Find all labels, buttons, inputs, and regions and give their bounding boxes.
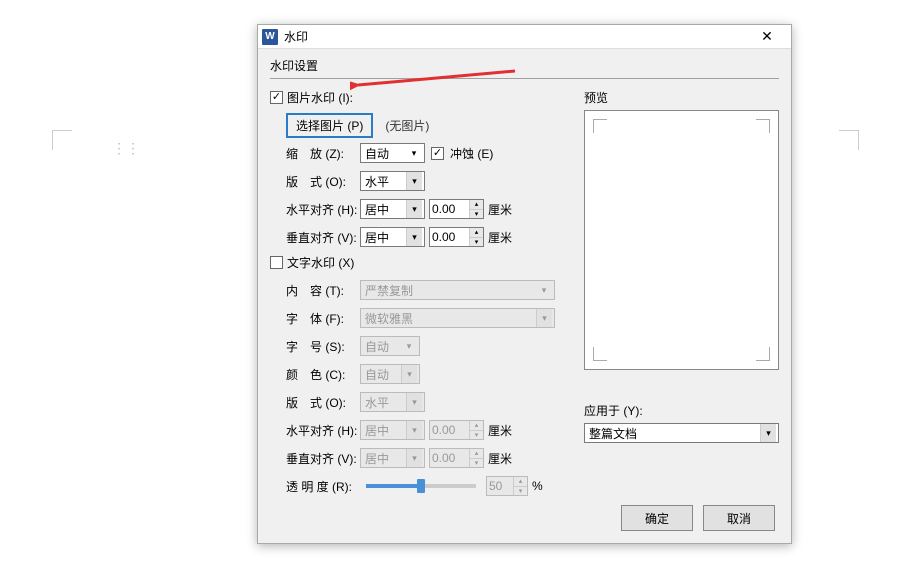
size-label: 字 号 (S): [270, 338, 360, 355]
text-halign-combo: 居中▾ [360, 420, 425, 440]
color-combo: 自动▾ [360, 364, 420, 384]
text-valign-offset-spinner: 0.00▴▾ [429, 448, 484, 468]
text-halign-unit: 厘米 [488, 422, 512, 439]
font-combo: 微软雅黑▾ [360, 308, 555, 328]
watermark-dialog: W 水印 ✕ 水印设置 图片水印 (I): 选择图片 (P) (无图片) 缩 放… [257, 24, 792, 544]
apply-label: 应用于 (Y): [584, 402, 779, 419]
text-halign-label: 水平对齐 (H): [270, 422, 360, 439]
erosion-label: 冲蚀 (E) [450, 145, 493, 162]
drag-grip-icon: ⋮⋮ [112, 140, 132, 160]
content-label: 内 容 (T): [270, 282, 360, 299]
valign-unit: 厘米 [488, 229, 512, 246]
doc-page-corner-r [839, 130, 859, 150]
zoom-label: 缩 放 (Z): [270, 145, 360, 162]
apply-combo[interactable]: 整篇文档▾ [584, 423, 779, 443]
opacity-unit: % [532, 479, 543, 493]
dialog-title: 水印 [284, 28, 747, 45]
chevron-down-icon: ▾ [406, 421, 422, 439]
erosion-checkbox[interactable] [431, 147, 444, 160]
halign-unit: 厘米 [488, 201, 512, 218]
valign-offset-spinner[interactable]: 0.00▴▾ [429, 227, 484, 247]
chevron-down-icon: ▾ [536, 281, 552, 299]
valign-combo[interactable]: 居中▾ [360, 227, 425, 247]
layout-label: 版 式 (O): [270, 173, 360, 190]
preview-corner-icon [756, 347, 770, 361]
spinner-arrows-icon: ▴▾ [513, 477, 527, 495]
preview-corner-icon [593, 119, 607, 133]
text-valign-combo: 居中▾ [360, 448, 425, 468]
text-valign-unit: 厘米 [488, 450, 512, 467]
image-watermark-label: 图片水印 (I): [287, 89, 353, 106]
chevron-down-icon: ▾ [406, 228, 422, 246]
no-image-text: (无图片) [385, 117, 429, 134]
text-layout-label: 版 式 (O): [270, 394, 360, 411]
text-watermark-checkbox[interactable] [270, 256, 283, 269]
chevron-down-icon: ▾ [406, 393, 422, 411]
spinner-arrows-icon: ▴▾ [469, 449, 483, 467]
preview-label: 预览 [584, 89, 779, 106]
halign-label: 水平对齐 (H): [270, 201, 360, 218]
text-valign-label: 垂直对齐 (V): [270, 450, 360, 467]
size-combo: 自动▾ [360, 336, 420, 356]
valign-label: 垂直对齐 (V): [270, 229, 360, 246]
preview-corner-icon [593, 347, 607, 361]
text-watermark-label: 文字水印 (X) [287, 254, 354, 271]
spinner-arrows-icon: ▴▾ [469, 421, 483, 439]
group-title: 水印设置 [270, 57, 779, 74]
spinner-arrows-icon: ▴▾ [469, 200, 483, 218]
ok-button[interactable]: 确定 [621, 505, 693, 531]
image-watermark-checkbox[interactable] [270, 91, 283, 104]
chevron-down-icon: ▾ [536, 309, 552, 327]
spinner-arrows-icon: ▴▾ [469, 228, 483, 246]
halign-combo[interactable]: 居中▾ [360, 199, 425, 219]
zoom-combo[interactable]: 自动▾ [360, 143, 425, 163]
close-button[interactable]: ✕ [747, 27, 787, 47]
preview-corner-icon [756, 119, 770, 133]
opacity-slider [366, 484, 476, 488]
preview-box [584, 110, 779, 370]
color-label: 颜 色 (C): [270, 366, 360, 383]
cancel-button[interactable]: 取消 [703, 505, 775, 531]
text-halign-offset-spinner: 0.00▴▾ [429, 420, 484, 440]
opacity-spinner: 50▴▾ [486, 476, 528, 496]
opacity-label: 透 明 度 (R): [270, 478, 360, 495]
layout-combo[interactable]: 水平▾ [360, 171, 425, 191]
titlebar: W 水印 ✕ [258, 25, 791, 49]
select-image-button[interactable]: 选择图片 (P) [286, 113, 373, 138]
content-combo: 严禁复制▾ [360, 280, 555, 300]
chevron-down-icon: ▾ [406, 172, 422, 190]
group-divider [270, 78, 779, 79]
app-icon: W [262, 29, 278, 45]
chevron-down-icon: ▾ [401, 337, 417, 355]
halign-offset-spinner[interactable]: 0.00▴▾ [429, 199, 484, 219]
chevron-down-icon: ▾ [760, 424, 776, 442]
doc-page-corner [52, 130, 72, 150]
chevron-down-icon: ▾ [406, 449, 422, 467]
font-label: 字 体 (F): [270, 310, 360, 327]
text-layout-combo: 水平▾ [360, 392, 425, 412]
chevron-down-icon: ▾ [406, 200, 422, 218]
chevron-down-icon: ▾ [406, 144, 422, 162]
chevron-down-icon: ▾ [401, 365, 417, 383]
